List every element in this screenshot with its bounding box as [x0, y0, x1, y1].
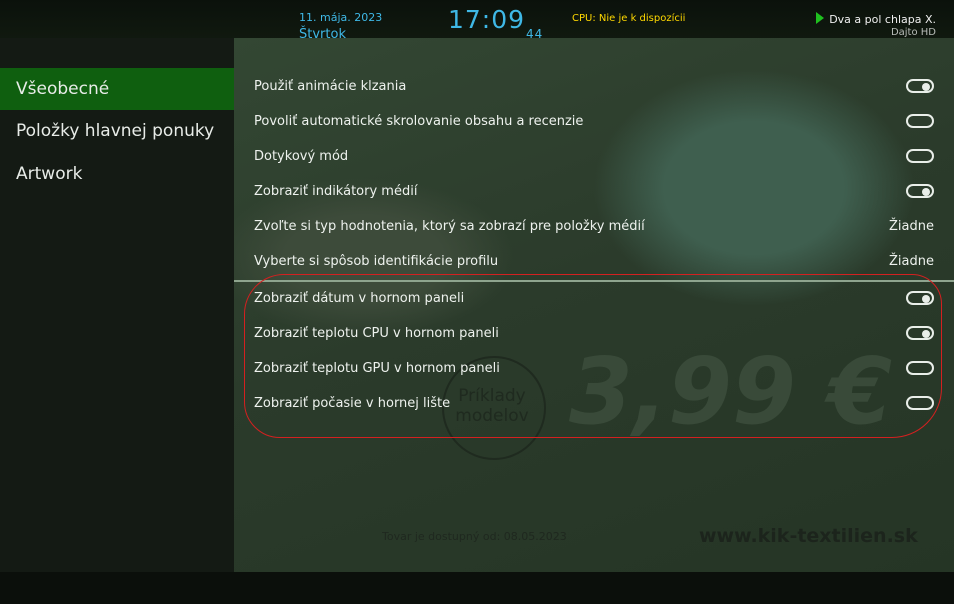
- setting-label: Vyberte si spôsob identifikácie profilu: [254, 254, 499, 269]
- toggle-switch[interactable]: [906, 114, 934, 128]
- toggle-switch[interactable]: [906, 149, 934, 163]
- clock-time: 17:09: [448, 5, 526, 34]
- toggle-knob: [910, 153, 918, 161]
- setting-label: Povoliť automatické skrolovanie obsahu a…: [254, 114, 584, 129]
- setting-row-typ-hodnotenia[interactable]: Zvoľte si typ hodnotenia, ktorý sa zobra…: [234, 209, 954, 244]
- now-playing-title: Dva a pol chlapa X.: [829, 13, 936, 26]
- play-icon: [816, 12, 825, 24]
- header-date: 11. mája. 2023: [299, 11, 383, 24]
- header-clock: 17:0944: [448, 5, 543, 41]
- toggle-knob: [922, 83, 930, 91]
- bottom-bar: [0, 572, 954, 604]
- toggle-switch[interactable]: [906, 184, 934, 198]
- toggle-knob: [922, 188, 930, 196]
- cpu-status: CPU: Nie je k dispozícii: [572, 13, 686, 24]
- setting-value: Žiadne: [889, 219, 934, 234]
- red-highlight-annotation: [244, 274, 942, 438]
- sidebar-item-artwork[interactable]: Artwork: [0, 153, 234, 195]
- sidebar-item-vseobecne[interactable]: Všeobecné: [0, 68, 234, 110]
- background-availability: Tovar je dostupný od: 08.05.2023: [382, 530, 567, 543]
- setting-row-dotykovy-mod[interactable]: Dotykový mód: [234, 139, 954, 174]
- background-website: www.kik-textilien.sk: [699, 525, 918, 547]
- setting-label: Použiť animácie klzania: [254, 79, 407, 94]
- toggle-switch[interactable]: [906, 79, 934, 93]
- setting-row-animacie[interactable]: Použiť animácie klzania: [234, 69, 954, 104]
- now-playing[interactable]: Dva a pol chlapa X.: [816, 12, 936, 26]
- setting-label: Zobraziť indikátory médií: [254, 184, 418, 199]
- now-playing-channel: Dajto HD: [890, 27, 936, 38]
- toggle-knob: [910, 118, 918, 126]
- settings-panel: Príklady modelov 3,99 € Tovar je dostupn…: [234, 38, 954, 572]
- sidebar-item-polozky-hlavnej-ponuky[interactable]: Položky hlavnej ponuky: [0, 110, 234, 152]
- top-bar: 11. mája. 2023 Štvrtok 17:0944 CPU: Nie …: [0, 0, 954, 42]
- setting-label: Zvoľte si typ hodnotenia, ktorý sa zobra…: [254, 219, 645, 234]
- setting-row-indikatory-medii[interactable]: Zobraziť indikátory médií: [234, 174, 954, 209]
- setting-row-auto-scroll[interactable]: Povoliť automatické skrolovanie obsahu a…: [234, 104, 954, 139]
- setting-label: Dotykový mód: [254, 149, 349, 164]
- settings-sidebar: Všeobecné Položky hlavnej ponuky Artwork: [0, 38, 234, 572]
